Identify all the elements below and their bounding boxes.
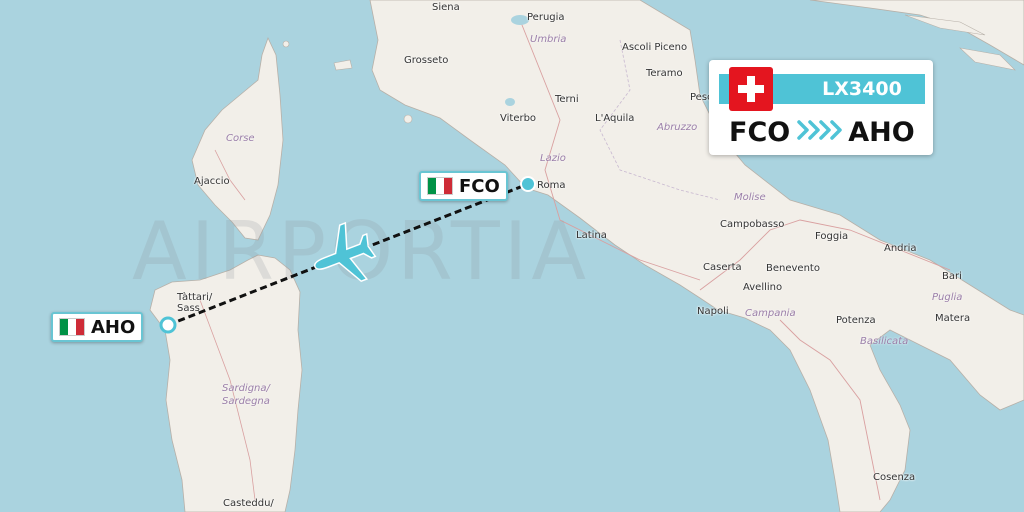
route-destination: AHO — [848, 116, 915, 148]
italy-flag-icon — [427, 177, 453, 195]
route-summary: FCO AHO — [729, 114, 915, 150]
chevrons-right-icon — [796, 117, 842, 148]
destination-dot — [159, 316, 177, 334]
destination-marker[interactable]: AHO — [51, 312, 144, 342]
origin-dot — [520, 176, 536, 192]
destination-marker-code: AHO — [91, 316, 136, 338]
swiss-flag-icon — [729, 67, 773, 111]
italy-flag-icon — [59, 318, 85, 336]
map-canvas[interactable]: Siena Perugia Umbria Ascoli Piceno Gross… — [0, 0, 1024, 512]
airplane-icon — [314, 221, 377, 282]
route-origin: FCO — [729, 116, 791, 148]
origin-marker-code: FCO — [459, 175, 500, 197]
flight-info-card[interactable]: LX3400 FCO AHO — [709, 60, 933, 155]
origin-marker[interactable]: FCO — [419, 171, 508, 201]
flight-number: LX3400 — [822, 78, 902, 100]
